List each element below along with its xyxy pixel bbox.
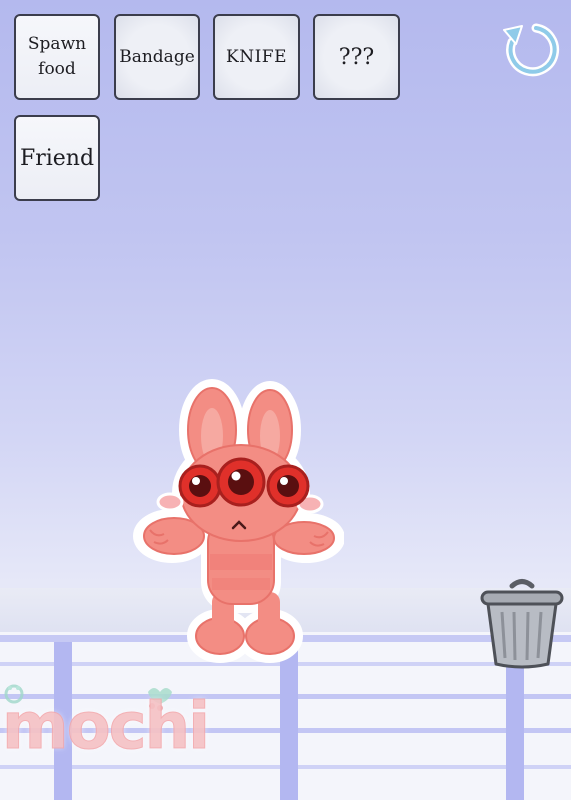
bandage-label: Bandage <box>119 47 195 67</box>
logo-wordmark: mochi <box>1 690 210 765</box>
knife-button[interactable]: KNIFE <box>213 14 300 100</box>
game-scene: mochi Spawn food Bandage KNIFE ??? Frien… <box>0 0 571 800</box>
spawn-food-button[interactable]: Spawn food <box>14 14 100 100</box>
mystery-button[interactable]: ??? <box>313 14 400 100</box>
bandage-button[interactable]: Bandage <box>114 14 200 100</box>
trash-can-icon[interactable] <box>478 578 566 670</box>
eyes <box>178 457 310 508</box>
friend-label: Friend <box>19 145 95 171</box>
friend-button[interactable]: Friend <box>14 115 100 201</box>
spawn-food-label: Spawn food <box>27 34 87 79</box>
refresh-icon[interactable] <box>498 18 562 78</box>
mystery-label: ??? <box>338 44 375 70</box>
bunny-character[interactable] <box>132 378 344 664</box>
knife-label: KNIFE <box>226 47 287 67</box>
mochi-logo: mochi <box>0 682 211 792</box>
